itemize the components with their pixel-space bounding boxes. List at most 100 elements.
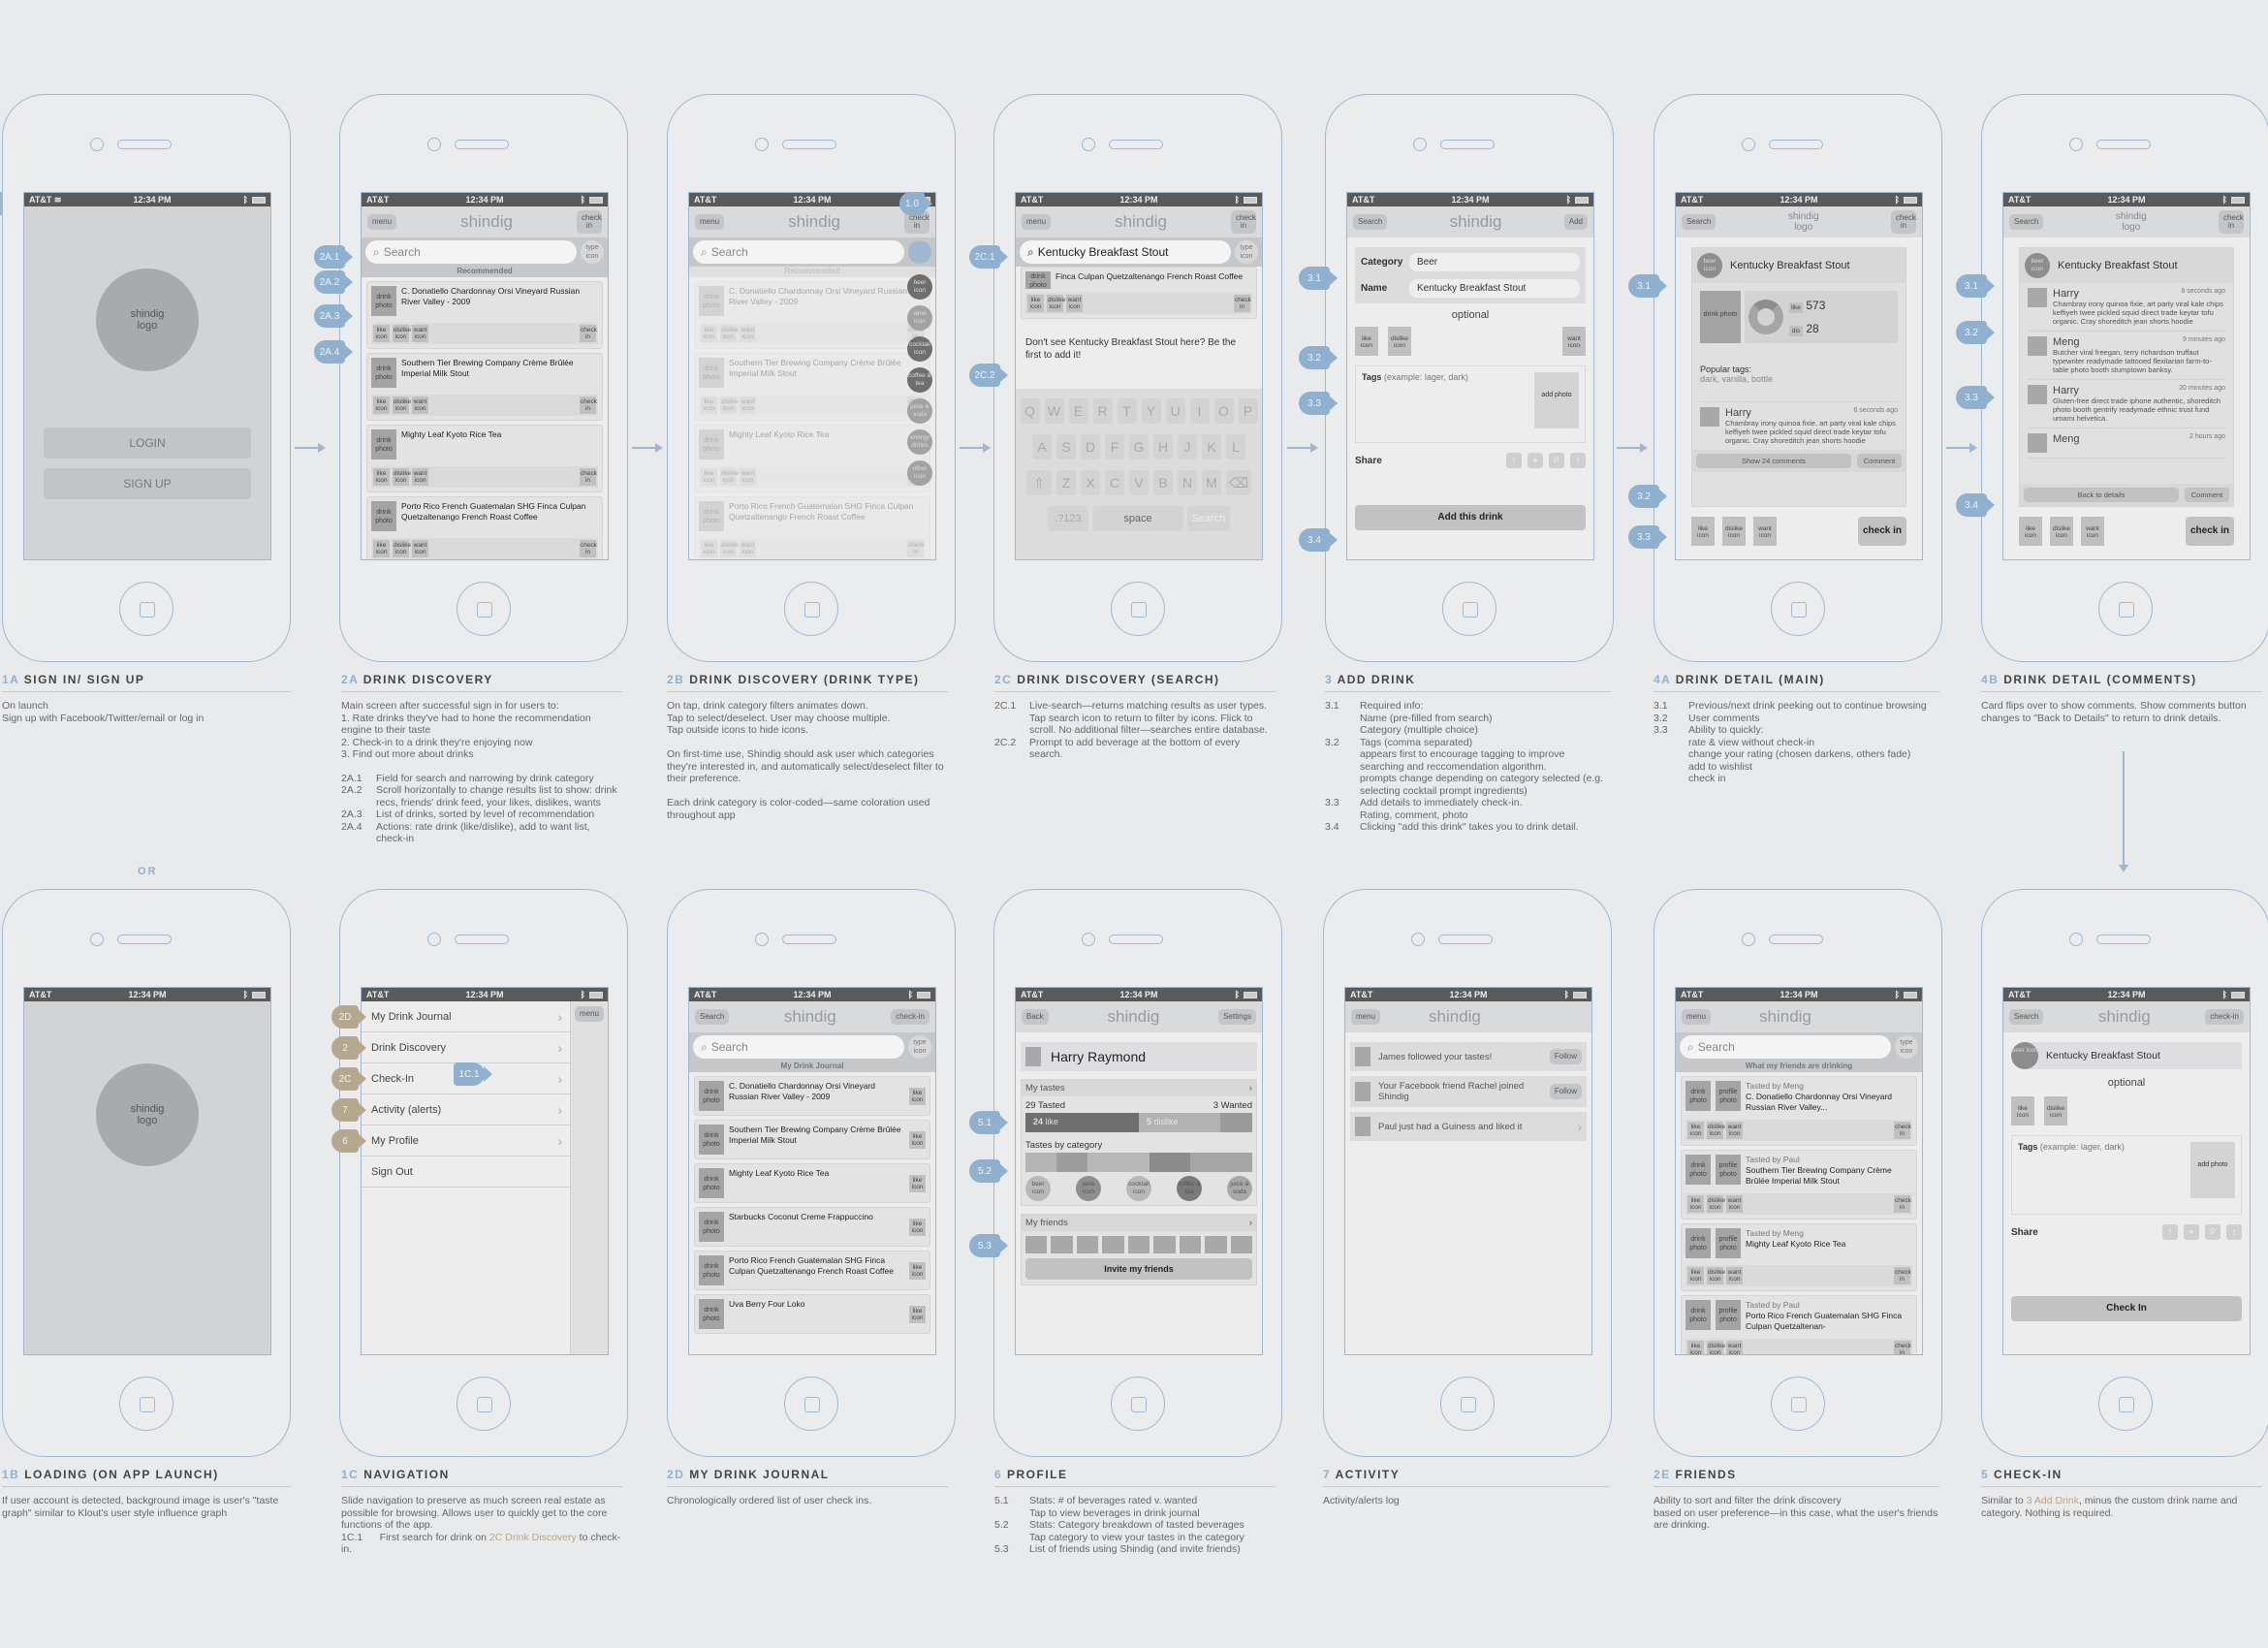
drink-list-item[interactable]: drink photo Mighty Leaf Kyoto Rice Tea lik… (366, 425, 603, 492)
activity-item[interactable]: Your Facebook friend Rachel joined Shind… (1350, 1076, 1587, 1107)
checkin-icon[interactable]: check in (1894, 1122, 1911, 1139)
menu-button[interactable]: menu (695, 214, 725, 230)
checkin-button[interactable]: check in (2186, 517, 2234, 546)
dislike-icon[interactable]: dislike icon (720, 540, 739, 557)
search-input[interactable]: ⌕ Kentucky Breakfast Stout (1020, 240, 1231, 264)
check-in-button[interactable]: Check In (2011, 1296, 2242, 1321)
want-icon[interactable]: want icon (412, 325, 428, 342)
drink-list-item[interactable]: drink photo Porto Rico French Guatemalan … (694, 496, 930, 559)
category-coffee-tea[interactable]: coffee & tea (907, 367, 932, 393)
menu-button[interactable]: menu (367, 214, 397, 230)
key-m[interactable]: M (1202, 470, 1221, 495)
filter-carousel[interactable]: My Drink Journal (689, 1062, 935, 1072)
menu-button[interactable]: menu (1682, 1009, 1712, 1025)
key-d[interactable]: D (1081, 434, 1100, 460)
pinterest-icon[interactable]: P (2205, 1224, 2221, 1240)
drink-list-item[interactable]: drink photo profile photo Tasted by Paul Po… (1681, 1295, 1917, 1354)
dislike-icon[interactable]: dislike icon (720, 468, 739, 486)
friend-avatar[interactable] (1025, 1236, 1048, 1253)
key-h[interactable]: H (1153, 434, 1173, 460)
pinterest-icon[interactable]: P (1549, 453, 1564, 468)
want-icon[interactable]: want icon (1066, 295, 1083, 312)
want-icon[interactable]: want icon (1726, 1341, 1743, 1354)
tumblr-icon[interactable]: t (1570, 453, 1586, 468)
key-z[interactable]: Z (1056, 470, 1076, 495)
type-filter-button[interactable]: type icon (908, 1035, 931, 1059)
type-filter-button[interactable]: type icon (1235, 240, 1258, 264)
key-t[interactable]: T (1117, 398, 1137, 424)
friend-avatar[interactable] (1102, 1236, 1124, 1253)
want-icon[interactable]: want icon (412, 540, 428, 557)
like-icon[interactable]: like icon (1027, 295, 1044, 312)
settings-button[interactable]: Settings (1218, 1009, 1256, 1025)
like-icon[interactable]: like icon (909, 1174, 926, 1192)
like-icon[interactable]: like icon (1687, 1195, 1704, 1213)
key-w[interactable]: W (1044, 398, 1064, 424)
drink-list-item[interactable]: drink photo Mighty Leaf Kyoto Rice Tea lik… (694, 425, 930, 492)
menu-button[interactable]: menu (574, 1006, 604, 1022)
key-g[interactable]: G (1129, 434, 1149, 460)
search-button[interactable]: Search (2009, 1009, 2044, 1025)
like-icon[interactable]: like icon (701, 540, 717, 557)
key-shift[interactable]: ⇧ (1026, 470, 1052, 495)
drink-list-item[interactable]: drink photo Southern Tier Brewing Company… (694, 353, 930, 421)
dislike-icon[interactable]: dislike icon (1707, 1341, 1725, 1354)
want-icon[interactable]: want icon (1726, 1195, 1743, 1213)
like-icon[interactable]: like icon (373, 540, 390, 557)
like-icon[interactable]: like icon (1687, 1267, 1704, 1284)
search-input[interactable]: ⌕ Search (693, 240, 904, 264)
activity-item[interactable]: Paul just had a Guiness and liked it › (1350, 1112, 1587, 1141)
my-tastes-header[interactable]: My tastes › (1022, 1080, 1256, 1096)
activity-item[interactable]: James followed your tastes! Follow (1350, 1042, 1587, 1071)
key-e[interactable]: E (1068, 398, 1088, 424)
checkin-icon[interactable]: check in (1894, 1267, 1911, 1284)
search-input[interactable]: ⌕ Search (693, 1035, 904, 1059)
like-icon[interactable]: like icon (701, 468, 717, 486)
like-icon[interactable]: like icon (373, 325, 390, 342)
key-backspace[interactable]: ⌫ (1226, 470, 1251, 495)
search-button[interactable]: Search (695, 1009, 730, 1025)
filter-carousel[interactable]: What my friends are drinking (1676, 1062, 1922, 1072)
key-search[interactable]: Search (1187, 506, 1230, 531)
checkin-icon[interactable]: check in (580, 468, 597, 486)
dislike-icon[interactable]: dislike icon (2044, 1096, 2067, 1125)
link-2c[interactable]: 2C Drink Discovery (489, 1532, 577, 1543)
type-filter-button[interactable]: type icon (581, 240, 604, 264)
menu-button[interactable]: menu (1022, 214, 1052, 230)
category-field[interactable]: Beer (1409, 253, 1580, 271)
nav-item-sign-out[interactable]: Sign Out (362, 1157, 570, 1188)
like-icon[interactable]: like icon (701, 325, 717, 342)
key-x[interactable]: X (1081, 470, 1100, 495)
friend-avatar[interactable] (1051, 1236, 1073, 1253)
my-friends-header[interactable]: My friends › (1022, 1215, 1256, 1231)
invite-friends-button[interactable]: Invite my friends (1025, 1258, 1252, 1280)
category-cocktail-icon[interactable]: cocktail icon (907, 336, 932, 362)
want-icon[interactable]: want icon (740, 396, 756, 414)
friend-avatar[interactable] (1179, 1236, 1202, 1253)
checkin-icon[interactable]: check in (907, 540, 925, 557)
type-filter-button[interactable]: type icon (1895, 1035, 1918, 1059)
search-input[interactable]: ⌕ Search (1680, 1035, 1891, 1059)
like-icon[interactable]: like icon (373, 396, 390, 414)
back-to-search-button[interactable]: Search (2009, 214, 2044, 230)
drink-list-item[interactable]: drink photo Uva Berry Four Loko like icon (694, 1294, 930, 1334)
like-icon[interactable]: like icon (1687, 1341, 1704, 1354)
checkin-button[interactable]: check in (1858, 517, 1906, 546)
login-button[interactable]: LOGIN (44, 428, 251, 459)
dislike-icon[interactable]: dislike icon (1707, 1267, 1725, 1284)
checkin-button[interactable]: check-in (2205, 1009, 2244, 1025)
facebook-icon[interactable]: f (2162, 1224, 2178, 1240)
category-beer-icon[interactable]: beer icon (1025, 1176, 1051, 1201)
like-icon[interactable]: like icon (909, 1305, 926, 1323)
twitter-icon[interactable]: ✦ (2184, 1224, 2199, 1240)
nav-item-activity-alerts-[interactable]: Activity (alerts) › (362, 1094, 570, 1125)
drink-list-item[interactable]: drink photo profile photo Tasted by Meng C.… (1681, 1076, 1917, 1146)
checkin-icon[interactable]: check in (580, 540, 597, 557)
want-icon[interactable]: want icon (1562, 327, 1586, 356)
follow-button[interactable]: Follow (1549, 1084, 1582, 1099)
checkin-icon[interactable]: check in (1894, 1195, 1911, 1213)
category-bar[interactable] (1025, 1153, 1253, 1172)
back-to-search-button[interactable]: Search (1353, 214, 1388, 230)
comment-button[interactable]: Comment (2185, 488, 2229, 502)
checkin-icon[interactable]: check in (1894, 1341, 1911, 1354)
